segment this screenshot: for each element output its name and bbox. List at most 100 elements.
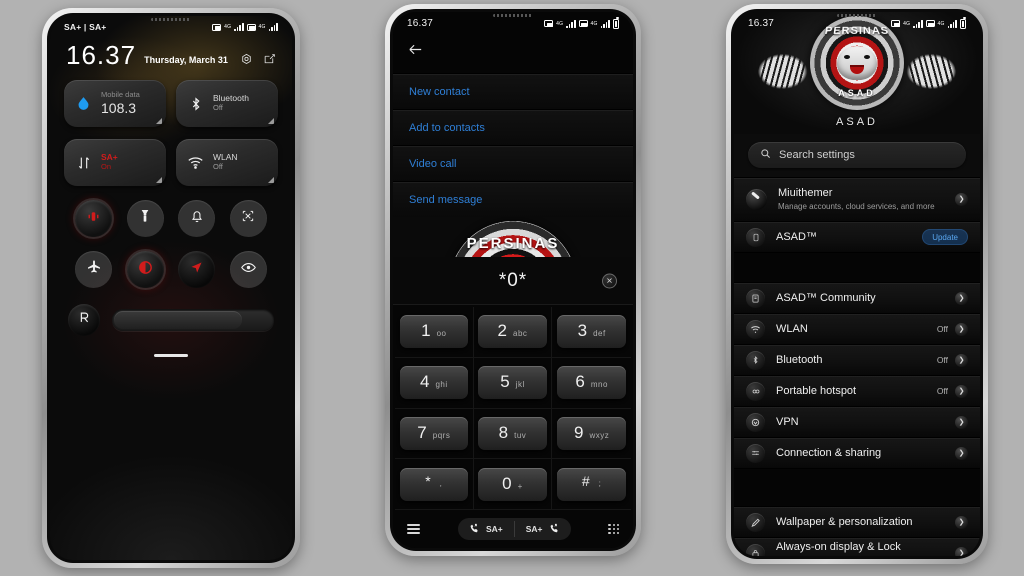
settings-row-vpn[interactable]: VPN ❯ [734, 406, 980, 437]
update-badge[interactable]: Update [922, 229, 968, 245]
action-video-call[interactable]: Video call [393, 145, 633, 181]
chevron-right-icon[interactable]: ❯ [955, 546, 968, 556]
edit-icon[interactable] [263, 53, 276, 66]
tile-bluetooth[interactable]: Bluetooth Off [176, 80, 278, 127]
chevron-right-icon[interactable]: ❯ [955, 384, 968, 398]
data-transfer-icon [74, 153, 93, 172]
signal-bars-icon [947, 19, 957, 28]
dialpad-key-6[interactable]: 6 mno [552, 358, 631, 409]
chevron-right-icon[interactable]: ❯ [955, 446, 968, 460]
dialpad-key-4[interactable]: 4 ghi [395, 357, 474, 409]
row-title: Always-on display & Lock [776, 540, 901, 553]
dialpad-key-5[interactable]: 5 jkl [473, 357, 553, 409]
reading-mode-toggle[interactable] [229, 251, 267, 288]
dialpad-key-1[interactable]: 1 oo [395, 307, 474, 358]
dialpad-key-3[interactable]: 3 def [552, 307, 631, 358]
search-settings-input[interactable]: Search settings [748, 142, 966, 168]
row-right: ❯ [955, 193, 968, 206]
flashlight-toggle[interactable] [126, 200, 164, 237]
call-sim1-button[interactable]: SA+ [458, 518, 514, 540]
vpn-icon [746, 412, 765, 432]
screenshot-toggle[interactable] [229, 200, 267, 237]
status-clock: 16.37 [407, 18, 434, 29]
chevron-right-icon[interactable]: ❯ [955, 193, 968, 206]
phone-left-control-center: SA+ | SA+ 4G 4G 16.37 Thursday, March 31 [42, 8, 300, 568]
search-area: Search settings [734, 134, 980, 177]
row-right: Off ❯ [937, 322, 968, 336]
earpiece-speaker [151, 18, 191, 21]
carrier-label: SA+ | SA+ [64, 22, 107, 32]
network-tag-2: 4G [590, 20, 598, 27]
phone-screen: 16.37 4G 4G PERSINAS ASAD ASAD Search se… [734, 12, 980, 556]
settings-row-wallpaper-personalization[interactable]: Wallpaper & personalization ❯ [734, 506, 980, 537]
ringtone-toggle[interactable] [178, 200, 216, 237]
action-new-contact[interactable]: New contact [393, 73, 633, 109]
expand-corner-icon[interactable] [268, 177, 274, 183]
row-right: ❯ [955, 446, 968, 460]
sim-card-icon [891, 20, 901, 27]
chevron-right-icon[interactable]: ❯ [955, 322, 968, 336]
action-send-message[interactable]: Send message [393, 181, 633, 217]
row-texts: Bluetooth [776, 353, 926, 367]
settings-row-bluetooth[interactable]: Bluetooth Off ❯ [734, 344, 980, 375]
chevron-right-icon[interactable]: ❯ [955, 291, 968, 305]
key-digit: 5 [500, 372, 510, 392]
tile-data-sa[interactable]: SA+ On [64, 139, 166, 186]
dialpad-key-7[interactable]: 7 pqrs [395, 408, 474, 460]
dialpad-key-9[interactable]: 9 wxyz [552, 409, 631, 460]
account-knob-icon [746, 189, 767, 210]
key-letters: abc [513, 329, 528, 339]
dark-mode-toggle[interactable] [126, 251, 164, 288]
key-letters: jkl [515, 380, 525, 390]
row-title: Wallpaper & personalization [776, 515, 913, 528]
settings-row-connection-sharing[interactable]: Connection & sharing ❯ [734, 437, 980, 468]
sim-card-icon [925, 20, 935, 27]
chevron-right-icon[interactable]: ❯ [955, 415, 968, 429]
gear-icon[interactable] [240, 53, 253, 66]
settings-row-wlan[interactable]: WLAN Off ❯ [734, 313, 980, 344]
settings-row-asad-community[interactable]: ASAD™ Community ❯ [734, 282, 980, 313]
dialpad-key-0[interactable]: 0 + [473, 459, 553, 510]
backspace-icon[interactable]: ✕ [602, 273, 617, 288]
chevron-right-icon[interactable]: ❯ [955, 515, 968, 529]
signal-bars-icon [600, 19, 610, 28]
row-title: Miuithemer [778, 187, 833, 200]
chevron-right-icon[interactable]: ❯ [955, 353, 968, 367]
dialpad-key-hash[interactable]: #; [552, 459, 631, 510]
location-toggle[interactable] [178, 251, 216, 288]
hotspot-icon [746, 381, 765, 401]
tile-wlan[interactable]: WLAN Off [176, 139, 278, 186]
phone-device-icon [746, 227, 765, 247]
brightness-slider[interactable] [112, 309, 274, 331]
expand-corner-icon[interactable] [156, 177, 162, 183]
dialpad-key-star[interactable]: *, [395, 459, 474, 510]
expand-corner-icon[interactable] [156, 118, 162, 124]
action-add-to-contacts[interactable]: Add to contacts [393, 109, 633, 145]
back-button[interactable] [393, 31, 633, 73]
hamburger-icon[interactable] [407, 524, 420, 534]
settings-row-portable-hotspot[interactable]: Portable hotspot Off ❯ [734, 375, 980, 406]
keypad-dots-icon[interactable] [608, 523, 619, 535]
row-right: ❯ [955, 515, 968, 529]
settings-row-always-on-display-lock[interactable]: Always-on display & Lock screen ❯ [734, 537, 980, 556]
dialpad-key-8[interactable]: 8 tuv [473, 408, 553, 460]
settings-row-asad[interactable]: ASAD™ Update [734, 221, 980, 252]
auto-brightness-icon [77, 310, 92, 330]
bell-icon [189, 208, 205, 229]
airplane-mode-toggle[interactable] [75, 251, 113, 288]
tile-text: Mobile data 108.3 [101, 91, 140, 116]
call-sim2-button[interactable]: SA+ [515, 518, 571, 540]
sim-card-icon [544, 20, 554, 27]
home-indicator[interactable] [154, 354, 188, 357]
key-digit: 1 [421, 321, 431, 341]
back-arrow-icon [407, 44, 424, 62]
expand-corner-icon[interactable] [268, 118, 274, 124]
dialpad-key-2[interactable]: 2 abc [473, 307, 553, 358]
contact-action-list: New contact Add to contacts Video call S… [393, 73, 633, 217]
vibrate-icon [85, 208, 102, 230]
sound-vibrate-toggle[interactable] [75, 200, 113, 237]
auto-brightness-toggle[interactable] [68, 304, 100, 336]
settings-row-miuithemer[interactable]: Miuithemer Manage accounts, cloud servic… [734, 177, 980, 221]
status-clock: 16.37 [748, 18, 775, 29]
tile-mobile-data[interactable]: Mobile data 108.3 [64, 80, 166, 127]
